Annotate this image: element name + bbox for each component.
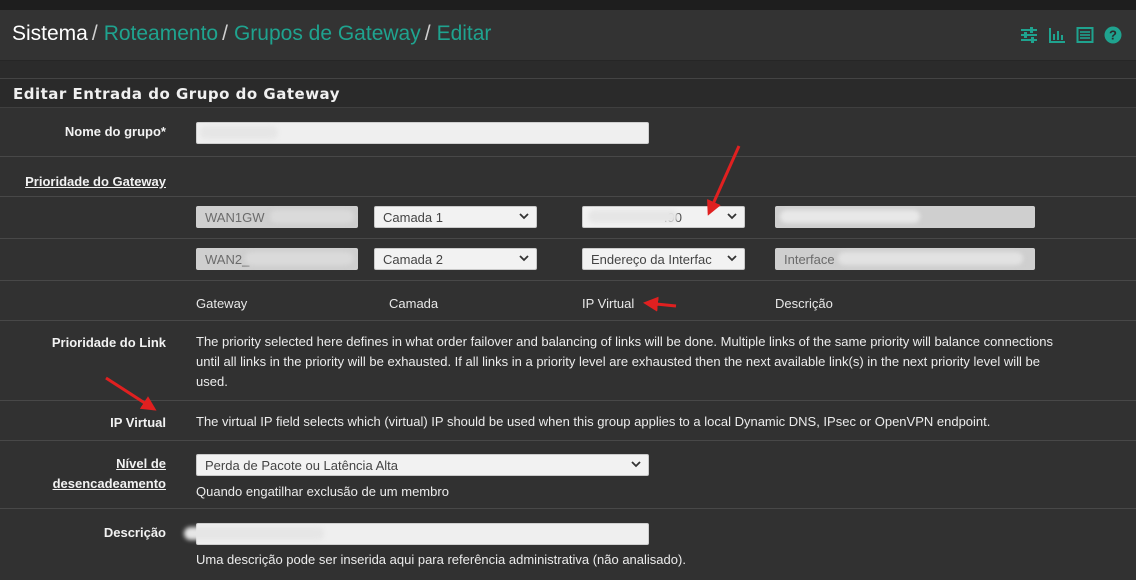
arrow-to-virtual-ip-column bbox=[643, 296, 677, 312]
arrow-to-virtual-ip-label bbox=[105, 376, 157, 411]
arrow-to-virtual-ip-select bbox=[707, 145, 741, 216]
annotation-arrows bbox=[105, 145, 741, 411]
